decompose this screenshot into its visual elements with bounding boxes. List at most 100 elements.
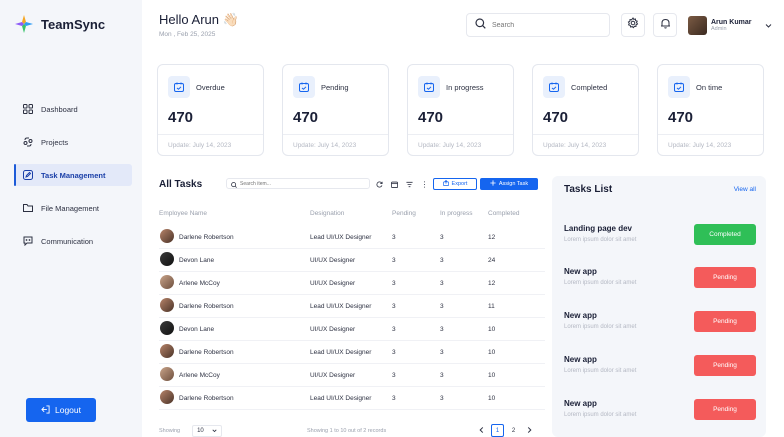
stat-value: 470	[418, 109, 444, 126]
avatar	[160, 321, 174, 335]
sidebar-item-label: Dashboard	[41, 104, 78, 114]
projects-icon	[23, 137, 33, 147]
greeting: Hello Arun 👋🏻 Mon , Feb 25, 2025	[159, 12, 239, 38]
employee-name: Darlene Robertson	[179, 303, 234, 310]
column-header-completed[interactable]: Completed	[488, 210, 519, 217]
calendar-check-icon	[293, 76, 315, 98]
designation: Lead UI/UX Designer	[310, 349, 372, 356]
search-icon	[475, 16, 486, 34]
pending-count: 3	[392, 303, 396, 310]
employee-name: Devon Lane	[179, 257, 215, 264]
logout-label: Logout	[55, 405, 81, 415]
list-item[interactable]: New app Lorem ipsum dolor sit amet Pendi…	[564, 355, 756, 385]
table-row[interactable]: Darlene Robertson Lead UI/UX Designer 3 …	[159, 295, 545, 318]
stat-value: 470	[168, 109, 194, 126]
more-options-button[interactable]	[419, 178, 430, 189]
task-desc: Lorem ipsum dolor sit amet	[564, 280, 637, 286]
page-title: Hello Arun 👋🏻	[159, 12, 239, 27]
stat-update: Update: July 14, 2023	[293, 142, 357, 149]
column-header-employee[interactable]: Employee Name	[159, 210, 207, 217]
table-search-input[interactable]	[240, 180, 360, 187]
calendar-check-icon	[543, 76, 565, 98]
calendar-check-icon	[668, 76, 690, 98]
employee-name: Arlene McCoy	[179, 280, 220, 287]
bell-icon	[660, 16, 671, 34]
table-row[interactable]: Devon Lane UI/UX Designer 3 3 24	[159, 249, 545, 272]
avatar	[160, 275, 174, 289]
completed-count: 10	[488, 372, 496, 379]
settings-button[interactable]	[621, 13, 645, 37]
column-header-in-progress[interactable]: In progress	[440, 210, 473, 217]
sidebar-item-projects[interactable]: Projects	[14, 131, 132, 153]
table-row[interactable]: Devon Lane UI/UX Designer 3 3 10	[159, 318, 545, 341]
next-page-button[interactable]	[523, 424, 536, 437]
logout-button[interactable]: Logout	[26, 398, 96, 422]
section-title-all-tasks: All Tasks	[159, 179, 203, 190]
table-search[interactable]	[226, 178, 370, 189]
user-menu[interactable]: Arun Kumar Admin	[688, 13, 772, 37]
sidebar: TeamSync Dashboard Projects Task Managem…	[0, 0, 142, 437]
table-row[interactable]: Darlene Robertson Lead UI/UX Designer 3 …	[159, 226, 545, 249]
column-header-pending[interactable]: Pending	[392, 210, 416, 217]
table-row[interactable]: Arlene McCoy UI/UX Designer 3 3 10	[159, 364, 545, 387]
divider	[283, 134, 388, 135]
stat-card-in-progress: In progress 470 Update: July 14, 2023	[407, 64, 514, 156]
in-progress-count: 3	[440, 349, 444, 356]
calendar-filter-button[interactable]	[389, 178, 400, 189]
table-row[interactable]: Darlene Robertson Lead UI/UX Designer 3 …	[159, 387, 545, 410]
view-all-link[interactable]: View all	[734, 186, 756, 193]
status-badge[interactable]: Pending	[694, 399, 756, 420]
stat-card-overdue: Overdue 470 Update: July 14, 2023	[157, 64, 264, 156]
sidebar-item-dashboard[interactable]: Dashboard	[14, 98, 132, 120]
assign-task-button[interactable]: Assign Task	[480, 178, 538, 190]
sidebar-item-task-management[interactable]: Task Management	[14, 164, 132, 186]
search-input[interactable]	[492, 21, 602, 29]
sidebar-item-communication[interactable]: Communication	[14, 230, 132, 252]
user-role: Admin	[711, 25, 727, 32]
completed-count: 24	[488, 257, 496, 264]
filter-button[interactable]	[404, 178, 415, 189]
sidebar-item-label: Projects	[41, 137, 69, 147]
list-item[interactable]: New app Lorem ipsum dolor sit amet Pendi…	[564, 267, 756, 297]
prev-page-button[interactable]	[475, 424, 488, 437]
list-item[interactable]: Landing page dev Lorem ipsum dolor sit a…	[564, 224, 756, 254]
employee-name: Devon Lane	[179, 326, 215, 333]
in-progress-count: 3	[440, 303, 444, 310]
task-name: New app	[564, 311, 597, 320]
table-row[interactable]: Darlene Robertson Lead UI/UX Designer 3 …	[159, 341, 545, 364]
sidebar-item-file-management[interactable]: File Management	[14, 197, 132, 219]
stat-update: Update: July 14, 2023	[668, 142, 732, 149]
avatar	[160, 252, 174, 266]
list-item[interactable]: New app Lorem ipsum dolor sit amet Pendi…	[564, 399, 756, 429]
in-progress-count: 3	[440, 372, 444, 379]
table-row[interactable]: Arlene McCoy UI/UX Designer 3 3 12	[159, 272, 545, 295]
status-badge[interactable]: Pending	[694, 311, 756, 332]
refresh-icon	[376, 175, 383, 193]
column-header-designation[interactable]: Designation	[310, 210, 344, 217]
status-badge[interactable]: Pending	[694, 355, 756, 376]
divider	[658, 134, 763, 135]
status-badge[interactable]: Completed	[694, 224, 756, 245]
pending-count: 3	[392, 372, 396, 379]
global-search[interactable]	[466, 13, 610, 37]
employee-name: Darlene Robertson	[179, 395, 234, 402]
completed-count: 10	[488, 326, 496, 333]
task-name: New app	[564, 355, 597, 364]
page-button-2[interactable]: 2	[507, 424, 520, 437]
task-desc: Lorem ipsum dolor sit amet	[564, 237, 637, 243]
designation: UI/UX Designer	[310, 326, 356, 333]
calendar-check-icon	[418, 76, 440, 98]
refresh-button[interactable]	[374, 178, 385, 189]
notifications-button[interactable]	[653, 13, 677, 37]
task-name: New app	[564, 399, 597, 408]
pending-count: 3	[392, 395, 396, 402]
page-size-select[interactable]: 10	[192, 425, 222, 437]
sidebar-item-label: Task Management	[41, 170, 106, 180]
list-item[interactable]: New app Lorem ipsum dolor sit amet Pendi…	[564, 311, 756, 341]
status-badge[interactable]: Pending	[694, 267, 756, 288]
stat-card-completed: Completed 470 Update: July 14, 2023	[532, 64, 639, 156]
export-button[interactable]: Export	[433, 178, 477, 190]
app-logo[interactable]: TeamSync	[14, 14, 105, 34]
section-title-tasks-list: Tasks List	[564, 184, 613, 195]
page-button-1[interactable]: 1	[491, 424, 504, 437]
